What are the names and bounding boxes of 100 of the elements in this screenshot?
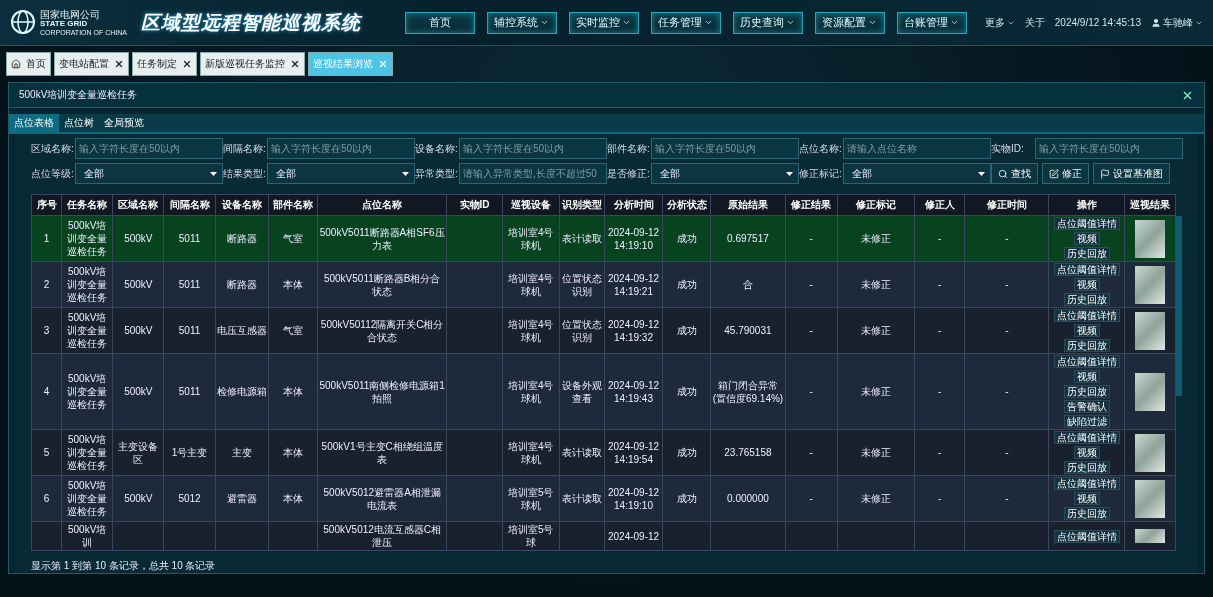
- nav-button[interactable]: 任务管理: [651, 11, 721, 34]
- filter-input[interactable]: 请输入异常类型,长度不超过50: [459, 163, 607, 184]
- table-cell: 2024-09-12 14:19:54: [604, 429, 663, 476]
- table-cell: 1号主变: [163, 429, 216, 476]
- filter-label: 部件名称:: [607, 141, 647, 156]
- action-button[interactable]: 历史回放: [1063, 247, 1110, 260]
- action-button[interactable]: 视频: [1073, 446, 1100, 459]
- page-tab[interactable]: 首页: [6, 52, 51, 76]
- table-cell: 500kV50112隔离开关C相分合状态: [317, 307, 447, 354]
- view-tab[interactable]: 点位树: [59, 114, 99, 132]
- page-tab[interactable]: 任务制定: [132, 52, 197, 76]
- action-button[interactable]: 历史回放: [1063, 339, 1110, 352]
- photo-placeholder[interactable]: [1134, 265, 1165, 304]
- about-link[interactable]: 关于: [1024, 15, 1045, 30]
- table-cell: 45.790031: [710, 307, 786, 354]
- table-row[interactable]: 4 500kV培训变全量巡检任务 500kV 5011 检修电源箱 本体 500kV5011南侧检修电源箱1拍照 培训室4号球机 设备外观查看 2024-09-12 14:19:43 成功 箱门闭合异常(置信度69.14%) - 未修正 - - 点位阈值详情 视频 历史回放 告警确认 缺陷过滤: [31, 353, 1176, 430]
- close-icon[interactable]: [182, 59, 192, 69]
- photo-placeholder[interactable]: [1134, 529, 1165, 543]
- edit-button[interactable]: 修正: [1042, 163, 1089, 184]
- filter-input[interactable]: 输入字符长度在50以内: [651, 138, 799, 159]
- table-cell: 培训室4号球机: [502, 353, 560, 430]
- photo-placeholder[interactable]: [1134, 219, 1165, 258]
- filter-select[interactable]: 全部: [75, 163, 223, 184]
- logo-name-en: STATE GRID: [40, 19, 88, 29]
- search-button[interactable]: 查找: [991, 163, 1038, 184]
- table-cell: 2024-09-12 14:19:32: [604, 307, 663, 354]
- photo-placeholder[interactable]: [1134, 479, 1165, 518]
- action-button[interactable]: 点位阈值详情: [1053, 263, 1120, 276]
- filter-input[interactable]: 输入字符长度在50以内: [1035, 138, 1183, 159]
- more-menu[interactable]: 更多: [984, 15, 1015, 30]
- edit-icon: [1049, 168, 1059, 179]
- page-tab[interactable]: 新版巡视任务监控: [200, 52, 305, 76]
- nav-button[interactable]: 历史查询: [733, 11, 803, 34]
- close-icon[interactable]: [290, 59, 300, 69]
- flag-button[interactable]: 设置基准图: [1093, 163, 1170, 184]
- photo-placeholder[interactable]: [1134, 433, 1165, 472]
- view-tab[interactable]: 点位表格: [9, 114, 59, 132]
- close-icon[interactable]: [114, 59, 124, 69]
- photo-placeholder[interactable]: [1134, 372, 1165, 411]
- page-tab[interactable]: 变电站配置: [54, 52, 129, 76]
- table-cell: -: [914, 307, 965, 354]
- nav-button[interactable]: 资源配置: [815, 11, 885, 34]
- filter-input[interactable]: 输入字符长度在50以内: [267, 138, 415, 159]
- action-button[interactable]: 缺陷过滤: [1063, 415, 1110, 428]
- nav-button[interactable]: 实时监控: [569, 11, 639, 34]
- table-row[interactable]: 2 500kV培训变全量巡检任务 500kV 5011 断路器 本体 500kV5011断路器B相分合状态 培训室4号球机 位置状态识别 2024-09-12 14:19:21 成功 合 - 未修正 - - 点位阈值详情 视频 历史回放: [31, 261, 1176, 308]
- action-button[interactable]: 视频: [1073, 370, 1100, 383]
- table-cell: 0.697517: [710, 215, 786, 262]
- table-cell: 500kV5012避雷器A相泄漏电流表: [317, 475, 447, 522]
- action-button[interactable]: 视频: [1073, 232, 1100, 245]
- scrollbar[interactable]: [1176, 216, 1182, 396]
- action-button[interactable]: 点位阈值详情: [1053, 477, 1120, 490]
- filter-input[interactable]: 输入字符长度在50以内: [75, 138, 223, 159]
- table-cell: 500kV培训: [61, 521, 113, 551]
- table-cell: 5011: [163, 353, 216, 430]
- view-tab[interactable]: 全局预览: [99, 114, 149, 132]
- action-button[interactable]: 历史回放: [1063, 461, 1110, 474]
- action-button[interactable]: 视频: [1073, 324, 1100, 337]
- action-button[interactable]: 点位阈值详情: [1053, 309, 1120, 322]
- action-button[interactable]: 视频: [1073, 278, 1100, 291]
- table-cell: -: [914, 261, 965, 308]
- table-cell: -: [964, 307, 1049, 354]
- table-row[interactable]: 3 500kV培训变全量巡检任务 500kV 5011 电压互感器 气室 500kV50112隔离开关C相分合状态 培训室4号球机 位置状态识别 2024-09-12 14:19:32 成功 45.790031 - 未修正 - - 点位阈值详情 视频 历史回放: [31, 307, 1176, 354]
- action-button[interactable]: 历史回放: [1063, 293, 1110, 306]
- column-header: 部件名称: [268, 194, 318, 216]
- table-cell: 主变: [215, 429, 269, 476]
- column-header: 实物ID: [446, 194, 503, 216]
- column-header: 修正结果: [785, 194, 838, 216]
- table-cell: 本体: [268, 353, 318, 430]
- action-button[interactable]: 点位阈值详情: [1053, 217, 1120, 230]
- table-row[interactable]: 500kV培训 500kV5012电流互感器C相泄压 培训室5号球 2024-09-12 点位阈值详情: [31, 521, 1176, 551]
- action-button[interactable]: 告警确认: [1063, 400, 1110, 413]
- filter-input[interactable]: 请输入点位名称: [843, 138, 991, 159]
- table-cell: [163, 521, 216, 551]
- column-header: 修正人: [914, 194, 965, 216]
- table-cell: 主变设备区: [112, 429, 164, 476]
- filter-label: 设备名称:: [415, 141, 455, 156]
- action-button[interactable]: 历史回放: [1063, 385, 1110, 398]
- filter-label: 实物ID:: [991, 141, 1025, 156]
- filter-select[interactable]: 全部: [267, 163, 415, 184]
- table-cell: 电压互感器: [215, 307, 269, 354]
- caret-icon: [402, 171, 409, 176]
- table-cell: 气室: [268, 215, 318, 262]
- filter-select[interactable]: 全部: [843, 163, 991, 184]
- nav-button[interactable]: 辅控系统: [487, 11, 557, 34]
- photo-placeholder[interactable]: [1134, 311, 1165, 350]
- action-button[interactable]: 历史回放: [1063, 507, 1110, 520]
- filter-input[interactable]: 输入字符长度在50以内: [459, 138, 607, 159]
- column-header: 点位名称: [317, 194, 447, 216]
- nav-button[interactable]: 台账管理: [897, 11, 967, 34]
- filter-select[interactable]: 全部: [651, 163, 799, 184]
- user-menu[interactable]: 车驰峰: [1151, 15, 1203, 30]
- action-button[interactable]: 点位阈值详情: [1053, 355, 1120, 368]
- action-button[interactable]: 点位阈值详情: [1053, 529, 1120, 543]
- action-button[interactable]: 点位阈值详情: [1053, 431, 1120, 444]
- table-cell: [446, 475, 503, 522]
- nav-button[interactable]: 首页: [405, 11, 475, 34]
- filter-label: 间隔名称:: [223, 141, 263, 156]
- action-button[interactable]: 视频: [1073, 492, 1100, 505]
- table-cell: 检修电源箱: [215, 353, 269, 430]
